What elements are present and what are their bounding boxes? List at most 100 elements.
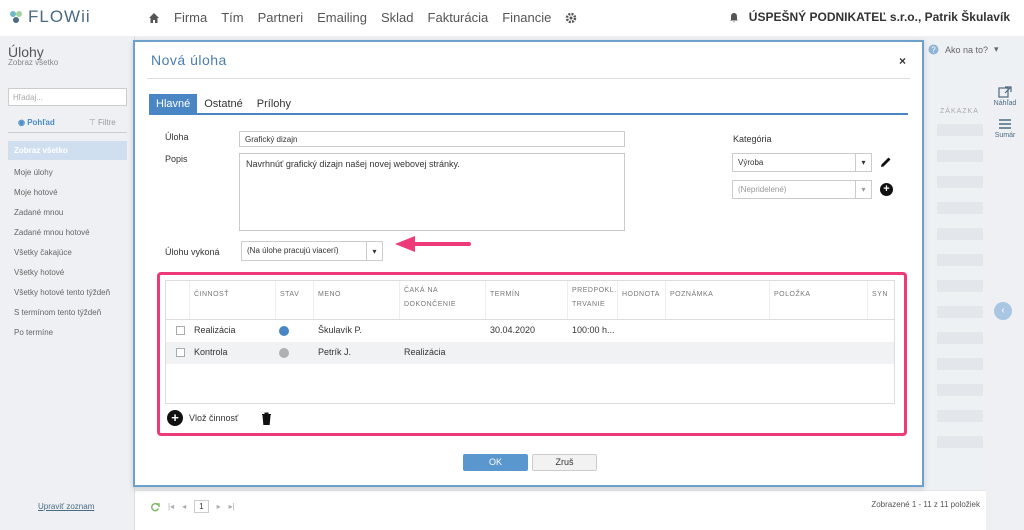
logo[interactable]: FLOWii (8, 7, 91, 27)
tab-view[interactable]: ◉ Pohľad (18, 118, 55, 127)
row-checkbox[interactable] (176, 348, 185, 357)
sidebar-item-active[interactable]: Zobraz všetko (8, 141, 127, 160)
table-row[interactable]: Kontrola Petrík J. Realizácia (166, 342, 894, 364)
grid-header[interactable]: ČINNOSŤ (190, 281, 276, 319)
new-task-dialog: Nová úloha × Hlavné Ostatné Prílohy Úloh… (133, 40, 924, 487)
grid-header[interactable]: ČAKÁ NA DOKONČENIE (400, 281, 486, 319)
add-category-icon[interactable]: + (880, 183, 893, 196)
sidebar-tabs: ◉ Pohľad ⊤ Filtre (18, 118, 116, 127)
sidebar-item[interactable]: Moje úlohy (14, 168, 53, 177)
page-number[interactable]: 1 (194, 500, 209, 513)
cancel-button[interactable]: Zruš (532, 454, 597, 471)
blurred-row (937, 202, 983, 214)
sidebar-item[interactable]: Všetky hotové (14, 268, 64, 277)
subcategory-select[interactable]: (Nepridelené) ▾ (732, 180, 872, 199)
grid-header[interactable]: POZNÁMKA (666, 281, 770, 319)
help-icon[interactable]: ? (928, 44, 939, 55)
tab-main[interactable]: Hlavné (149, 94, 198, 114)
edit-list-link[interactable]: Upraviť zoznam (38, 502, 94, 511)
assignee-value: (Na úlohe pracujú viacerí) (247, 246, 339, 255)
grid-header[interactable]: PREDPOKL. TRVANIE (568, 281, 618, 319)
nav-item-firma[interactable]: Firma (174, 10, 207, 25)
grid-header[interactable]: TERMÍN (486, 281, 568, 319)
tab-filter[interactable]: ⊤ Filtre (89, 118, 116, 127)
status-icon (279, 348, 289, 358)
user-name[interactable]: ÚSPEŠNÝ PODNIKATEĽ s.r.o., Patrik Škulav… (749, 10, 1010, 24)
blurred-row (937, 332, 983, 344)
blurred-row (937, 384, 983, 396)
next-page-icon[interactable]: ▸ (217, 502, 221, 511)
sidebar: Úlohy Zobraz všetko Hľadaj... ◉ Pohľad ⊤… (0, 36, 135, 530)
help-link[interactable]: Ako na to? (945, 45, 988, 55)
tab-other[interactable]: Ostatné (197, 94, 250, 114)
chevron-down-icon[interactable]: ▾ (994, 44, 999, 55)
dialog-tabs: Hlavné Ostatné Prílohy (149, 94, 298, 114)
dialog-title: Nová úloha (151, 52, 227, 68)
sidebar-item[interactable]: Zadané mnou hotové (14, 228, 90, 237)
svg-text:?: ? (931, 46, 936, 55)
tab-filter-label: Filtre (97, 118, 116, 127)
gear-icon[interactable] (565, 12, 577, 24)
sidebar-item[interactable]: Všetky hotové tento týždeň (14, 288, 110, 297)
sidebar-item[interactable]: Moje hotové (14, 188, 58, 197)
grid-header[interactable]: POLOŽKA (770, 281, 868, 319)
bottom-bar (135, 490, 986, 530)
tab-view-label: Pohľad (27, 118, 55, 127)
grid-header[interactable]: STAV (276, 281, 314, 319)
trash-icon[interactable] (261, 412, 272, 425)
waits-cell: Realizácia (404, 347, 446, 357)
tab-attachments[interactable]: Prílohy (250, 94, 298, 114)
nav-item-emailing[interactable]: Emailing (317, 10, 367, 25)
tabs-underline (149, 113, 908, 115)
grid-header-select (166, 281, 190, 319)
nav-item-financie[interactable]: Financie (502, 10, 551, 25)
task-name-input[interactable]: Grafický dizajn (239, 131, 625, 147)
main-nav: Firma Tím Partneri Emailing Sklad Faktur… (148, 10, 577, 25)
home-icon[interactable] (148, 12, 160, 24)
highlight-arrow-icon (395, 236, 471, 252)
sidebar-item[interactable]: Po termíne (14, 328, 53, 337)
divider (8, 132, 127, 133)
subcategory-value: (Nepridelené) (738, 185, 787, 194)
sidebar-item[interactable]: Zadané mnou (14, 208, 63, 217)
description-textarea[interactable]: Navrhnúť grafický dizajn našej novej web… (239, 153, 625, 231)
preview-icon (998, 86, 1012, 98)
blurred-row (937, 254, 983, 266)
add-activity-button[interactable]: + Vlož činnosť (167, 410, 238, 426)
grid-header[interactable]: HODNOTA (618, 281, 666, 319)
logo-text: FLOWii (28, 7, 91, 26)
activity-cell: Kontrola (194, 347, 228, 357)
nav-item-sklad[interactable]: Sklad (381, 10, 414, 25)
preview-label: Náhľad (993, 100, 1017, 107)
user-area: ÚSPEŠNÝ PODNIKATEĽ s.r.o., Patrik Škulav… (729, 10, 1010, 24)
column-header-zakazka[interactable]: ZÁKAZKA (940, 108, 979, 115)
prev-page-icon[interactable]: ◂ (182, 502, 186, 511)
nav-item-fakturacia[interactable]: Fakturácia (428, 10, 489, 25)
sidebar-item[interactable]: Všetky čakajúce (14, 248, 72, 257)
sidebar-search-input[interactable]: Hľadaj... (8, 88, 127, 106)
nav-item-tim[interactable]: Tím (221, 10, 243, 25)
refresh-icon[interactable] (150, 502, 160, 512)
bell-icon[interactable] (729, 12, 739, 23)
first-page-icon[interactable]: |◂ (168, 502, 174, 511)
edit-pencil-icon[interactable] (880, 156, 892, 168)
last-page-icon[interactable]: ▸| (229, 502, 235, 511)
table-row[interactable]: Realizácia Škulavík P. 30.04.2020 100:00… (166, 320, 894, 342)
close-button[interactable]: × (899, 54, 906, 68)
preview-button[interactable]: Náhľad (986, 86, 1024, 107)
item-count: Zobrazené 1 - 11 z 11 položiek (871, 500, 980, 509)
collapse-panel-button[interactable]: ‹ (994, 302, 1012, 320)
nav-item-partneri[interactable]: Partneri (258, 10, 304, 25)
row-checkbox[interactable] (176, 326, 185, 335)
assignee-select[interactable]: (Na úlohe pracujú viacerí) ▾ (241, 241, 383, 261)
grid-header[interactable]: SYN (868, 281, 894, 319)
ok-button[interactable]: OK (463, 454, 528, 471)
category-label: Kategória (733, 134, 772, 144)
sidebar-item[interactable]: S termínom tento týždeň (14, 308, 101, 317)
flowii-logo-icon (10, 11, 22, 23)
blurred-row (937, 436, 983, 448)
summary-button[interactable]: Sumár (986, 118, 1024, 139)
category-select[interactable]: Výroba ▾ (732, 153, 872, 172)
grid-header[interactable]: MENO (314, 281, 400, 319)
duration-cell: 100:00 h... (572, 325, 615, 335)
